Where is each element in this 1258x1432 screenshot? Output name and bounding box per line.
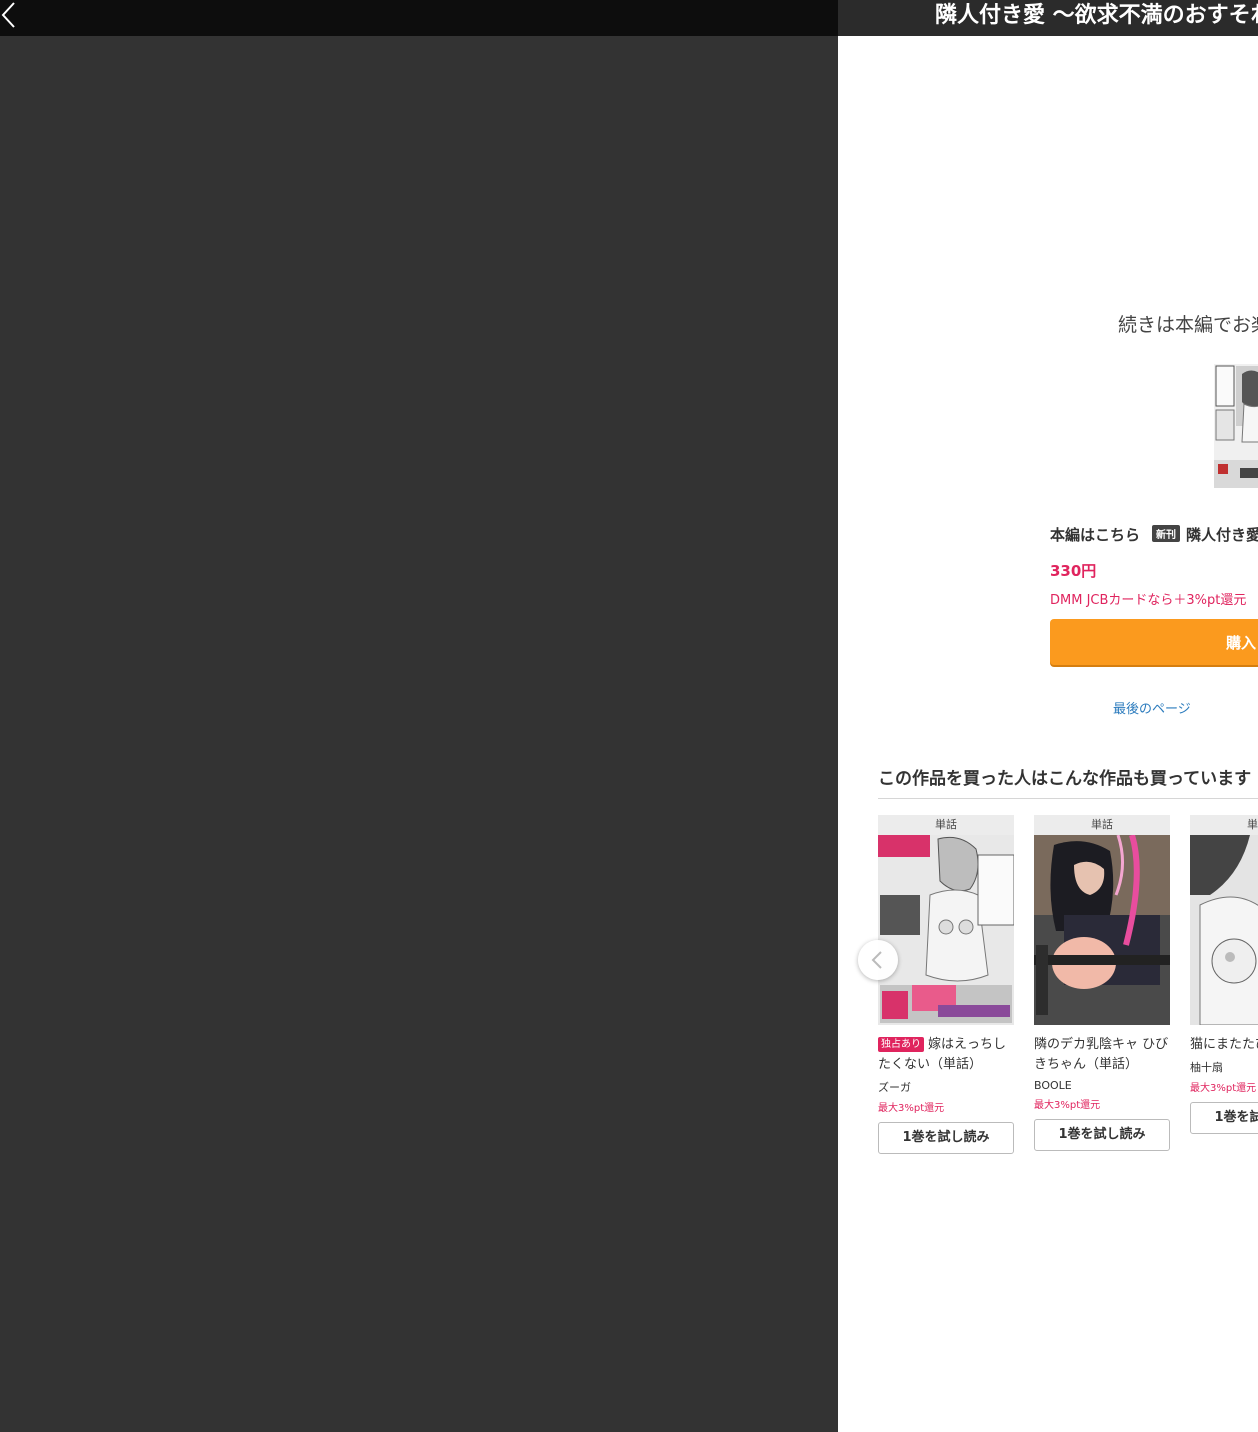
card-title[interactable]: 猫にまたたび xyxy=(1190,1035,1258,1055)
price: 330円 xyxy=(1050,562,1097,580)
main-volume-row: 本編はこちら新刊隣人付き愛 〜欲求不満のおすそわけ〜 xyxy=(1050,524,1258,545)
card-cover[interactable] xyxy=(878,835,1014,1025)
main-volume-cover[interactable] xyxy=(1214,364,1258,488)
card-title-text: 猫にまたたび xyxy=(1190,1037,1258,1052)
page-title: 隣人付き愛 〜欲求不満のおすそわけ〜 xyxy=(935,3,1258,28)
back-button[interactable] xyxy=(0,0,24,30)
recommend-heading: この作品を買った人はこんな作品も買っています xyxy=(878,769,1252,789)
card-type-label: 単話 xyxy=(1190,815,1258,835)
main-volume-label: 本編はこちら xyxy=(1050,526,1141,544)
card-points: 最大3%pt還元 xyxy=(1034,1100,1101,1111)
card-cover[interactable] xyxy=(1034,835,1170,1025)
reader-toolbar xyxy=(0,0,838,36)
card-author[interactable]: 柚十扇 xyxy=(1190,1059,1258,1075)
main-volume-title[interactable]: 隣人付き愛 〜欲求不満のおすそわけ〜 xyxy=(1186,526,1258,544)
card-title[interactable]: 隣のデカ乳陰キャ ひびきちゃん（単話） xyxy=(1034,1035,1170,1075)
trial-read-button[interactable]: 1巻を試し読み xyxy=(1034,1119,1170,1151)
trial-read-button[interactable]: 1巻を試し読み xyxy=(1190,1102,1258,1134)
card-title[interactable]: 独占あり 嫁はえっちしたくない（単話） xyxy=(878,1035,1014,1075)
card-type-label: 単話 xyxy=(1034,815,1170,835)
cover-image xyxy=(1034,835,1170,1025)
continue-message: 続きは本編でお楽しみください xyxy=(1118,314,1258,336)
cover-image xyxy=(1190,835,1258,1025)
exclusive-badge: 独占あり xyxy=(878,1037,924,1052)
card-points: 最大3%pt還元 xyxy=(1190,1083,1257,1094)
carousel-prev-button[interactable] xyxy=(858,940,898,980)
point-note: DMM JCBカードなら＋3%pt還元 xyxy=(1050,593,1247,608)
buy-button-label: 購入 xyxy=(1226,634,1257,652)
trial-read-button[interactable]: 1巻を試し読み xyxy=(878,1122,1014,1154)
last-page-link[interactable]: 最後のページ xyxy=(1113,698,1191,717)
cover-image xyxy=(1214,364,1258,488)
card-author[interactable]: ズーガ xyxy=(878,1079,1014,1095)
card-title-text: 隣のデカ乳陰キャ ひびきちゃん（単話） xyxy=(1034,1037,1169,1072)
chevron-left-icon xyxy=(1,2,15,28)
chevron-left-icon xyxy=(871,951,882,969)
card-author[interactable]: BOOLE xyxy=(1034,1079,1170,1092)
card-type-label: 単話 xyxy=(878,815,1014,835)
recommend-card[interactable]: 単話 隣のデカ乳陰キャ ひびきちゃん（単話） BOOLE 最大3%pt還元 1巻… xyxy=(1034,815,1170,1151)
divider xyxy=(878,798,1258,799)
end-panel: 続きは本編でお楽しみください 本編はこちら新刊隣人付き愛 〜欲求不満のおすそわけ… xyxy=(838,36,1258,1432)
reader-viewport[interactable] xyxy=(0,36,838,1432)
title-bar: 隣人付き愛 〜欲求不満のおすそわけ〜 xyxy=(838,0,1258,36)
new-badge: 新刊 xyxy=(1152,525,1181,542)
buy-button[interactable]: 購入 xyxy=(1050,619,1258,665)
recommend-card[interactable]: 単話 猫にまたたび 柚十扇 最大3%pt還元 1巻を試し読み xyxy=(1190,815,1258,1134)
card-cover[interactable] xyxy=(1190,835,1258,1025)
cover-image xyxy=(878,835,1014,1025)
recommend-card[interactable]: 単話 独占あり 嫁はえっちしたくない（単話） ズーガ 最大3%pt還元 1巻を試し… xyxy=(878,815,1014,1154)
card-points: 最大3%pt還元 xyxy=(878,1103,945,1114)
